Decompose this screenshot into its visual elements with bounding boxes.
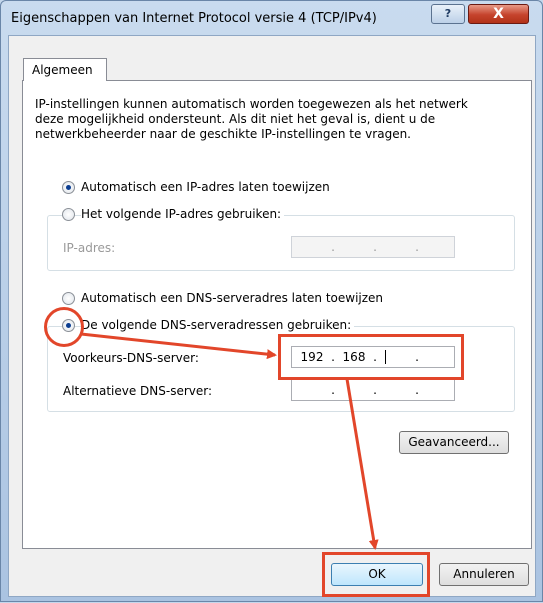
dns-auto-label[interactable]: Automatisch een DNS-serveradres laten to…	[81, 291, 387, 305]
dns-field-highlight	[278, 334, 464, 380]
preferred-dns-label: Voorkeurs-DNS-server:	[63, 351, 199, 365]
tab-algemeen[interactable]: Algemeen	[23, 58, 107, 81]
close-button[interactable]: X	[468, 4, 529, 24]
ip-dot-2: .	[373, 240, 377, 254]
title-bar[interactable]: Eigenschappen van Internet Protocol vers…	[1, 1, 542, 35]
help-button[interactable]: ?	[431, 4, 465, 24]
cancel-button[interactable]: Annuleren	[439, 563, 529, 586]
ip-manual-label[interactable]: Het volgende IP-adres gebruiken:	[81, 207, 285, 221]
alt-dot-3: .	[415, 383, 419, 397]
alt-dot-1: .	[331, 383, 335, 397]
dns-auto-radio[interactable]	[62, 292, 75, 305]
ip-address-label: IP-adres:	[63, 241, 116, 255]
dns-manual-label[interactable]: De volgende DNS-serveradressen gebruiken…	[81, 318, 355, 332]
dialog-window: Eigenschappen van Internet Protocol vers…	[0, 0, 543, 602]
radio-highlight-circle	[44, 307, 84, 347]
ip-auto-label[interactable]: Automatisch een IP-adres laten toewijzen	[81, 180, 333, 194]
ip-dot-3: .	[415, 240, 419, 254]
ip-manual-radio[interactable]	[62, 208, 75, 221]
ip-dot-1: .	[331, 240, 335, 254]
ip-address-field[interactable]: . . .	[291, 236, 455, 258]
alt-dot-2: .	[373, 383, 377, 397]
alternate-dns-field[interactable]: . . .	[291, 379, 455, 401]
ok-highlight	[322, 552, 430, 597]
description-text: IP-instellingen kunnen automatisch worde…	[35, 97, 468, 141]
window-title: Eigenschappen van Internet Protocol vers…	[11, 11, 377, 26]
tab-panel	[22, 80, 532, 549]
alternate-dns-label: Alternatieve DNS-server:	[63, 384, 213, 398]
ip-auto-radio[interactable]	[62, 181, 75, 194]
advanced-button[interactable]: Geavanceerd...	[399, 431, 509, 454]
